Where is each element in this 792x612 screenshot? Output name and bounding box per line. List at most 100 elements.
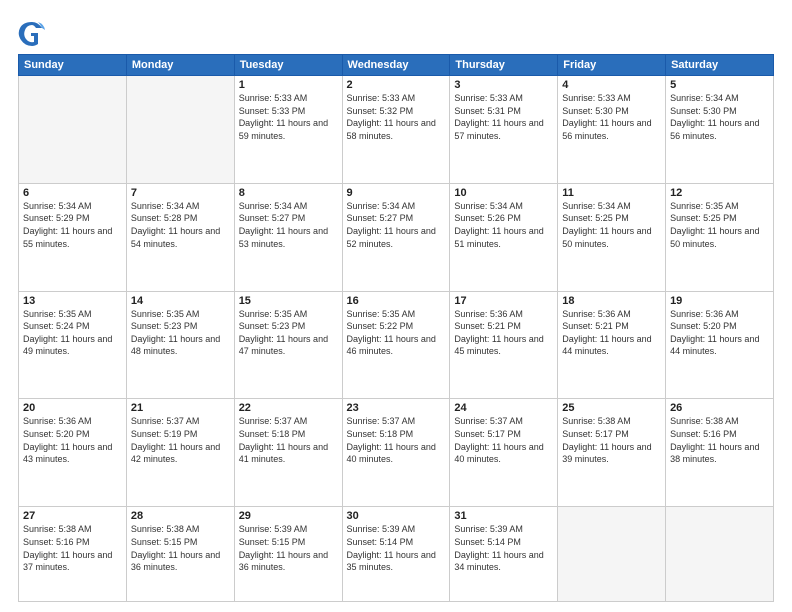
- day-info: Sunrise: 5:37 AMSunset: 5:18 PMDaylight:…: [347, 415, 446, 465]
- calendar-cell: 26Sunrise: 5:38 AMSunset: 5:16 PMDayligh…: [666, 399, 774, 507]
- calendar-header-wednesday: Wednesday: [342, 55, 450, 76]
- calendar-cell: 30Sunrise: 5:39 AMSunset: 5:14 PMDayligh…: [342, 507, 450, 602]
- day-info: Sunrise: 5:38 AMSunset: 5:16 PMDaylight:…: [23, 523, 122, 573]
- calendar-cell: 7Sunrise: 5:34 AMSunset: 5:28 PMDaylight…: [126, 183, 234, 291]
- calendar-cell: [666, 507, 774, 602]
- day-number: 13: [23, 295, 122, 307]
- calendar-cell: [126, 76, 234, 184]
- day-info: Sunrise: 5:35 AMSunset: 5:23 PMDaylight:…: [131, 308, 230, 358]
- day-number: 16: [347, 295, 446, 307]
- calendar-cell: 29Sunrise: 5:39 AMSunset: 5:15 PMDayligh…: [234, 507, 342, 602]
- calendar-header-row: SundayMondayTuesdayWednesdayThursdayFrid…: [19, 55, 774, 76]
- logo: [18, 18, 50, 46]
- calendar-cell: 10Sunrise: 5:34 AMSunset: 5:26 PMDayligh…: [450, 183, 558, 291]
- day-number: 28: [131, 510, 230, 522]
- day-number: 27: [23, 510, 122, 522]
- calendar-cell: 12Sunrise: 5:35 AMSunset: 5:25 PMDayligh…: [666, 183, 774, 291]
- day-info: Sunrise: 5:34 AMSunset: 5:27 PMDaylight:…: [347, 200, 446, 250]
- day-number: 29: [239, 510, 338, 522]
- calendar-table: SundayMondayTuesdayWednesdayThursdayFrid…: [18, 54, 774, 602]
- day-info: Sunrise: 5:34 AMSunset: 5:25 PMDaylight:…: [562, 200, 661, 250]
- day-number: 22: [239, 402, 338, 414]
- calendar-cell: 23Sunrise: 5:37 AMSunset: 5:18 PMDayligh…: [342, 399, 450, 507]
- day-number: 18: [562, 295, 661, 307]
- day-number: 14: [131, 295, 230, 307]
- calendar-cell: 28Sunrise: 5:38 AMSunset: 5:15 PMDayligh…: [126, 507, 234, 602]
- day-number: 8: [239, 187, 338, 199]
- calendar-header-tuesday: Tuesday: [234, 55, 342, 76]
- calendar-cell: 31Sunrise: 5:39 AMSunset: 5:14 PMDayligh…: [450, 507, 558, 602]
- day-number: 7: [131, 187, 230, 199]
- calendar-cell: 6Sunrise: 5:34 AMSunset: 5:29 PMDaylight…: [19, 183, 127, 291]
- day-number: 21: [131, 402, 230, 414]
- day-info: Sunrise: 5:35 AMSunset: 5:22 PMDaylight:…: [347, 308, 446, 358]
- day-number: 23: [347, 402, 446, 414]
- day-number: 19: [670, 295, 769, 307]
- day-info: Sunrise: 5:36 AMSunset: 5:20 PMDaylight:…: [670, 308, 769, 358]
- day-info: Sunrise: 5:39 AMSunset: 5:15 PMDaylight:…: [239, 523, 338, 573]
- day-info: Sunrise: 5:38 AMSunset: 5:15 PMDaylight:…: [131, 523, 230, 573]
- calendar-cell: 16Sunrise: 5:35 AMSunset: 5:22 PMDayligh…: [342, 291, 450, 399]
- calendar-cell: 3Sunrise: 5:33 AMSunset: 5:31 PMDaylight…: [450, 76, 558, 184]
- page: SundayMondayTuesdayWednesdayThursdayFrid…: [0, 0, 792, 612]
- calendar-cell: 2Sunrise: 5:33 AMSunset: 5:32 PMDaylight…: [342, 76, 450, 184]
- calendar-cell: 15Sunrise: 5:35 AMSunset: 5:23 PMDayligh…: [234, 291, 342, 399]
- day-info: Sunrise: 5:34 AMSunset: 5:28 PMDaylight:…: [131, 200, 230, 250]
- day-info: Sunrise: 5:39 AMSunset: 5:14 PMDaylight:…: [454, 523, 553, 573]
- calendar-cell: [558, 507, 666, 602]
- day-info: Sunrise: 5:39 AMSunset: 5:14 PMDaylight:…: [347, 523, 446, 573]
- day-info: Sunrise: 5:36 AMSunset: 5:21 PMDaylight:…: [562, 308, 661, 358]
- day-info: Sunrise: 5:35 AMSunset: 5:23 PMDaylight:…: [239, 308, 338, 358]
- day-info: Sunrise: 5:35 AMSunset: 5:25 PMDaylight:…: [670, 200, 769, 250]
- day-info: Sunrise: 5:34 AMSunset: 5:27 PMDaylight:…: [239, 200, 338, 250]
- day-info: Sunrise: 5:35 AMSunset: 5:24 PMDaylight:…: [23, 308, 122, 358]
- calendar-cell: 4Sunrise: 5:33 AMSunset: 5:30 PMDaylight…: [558, 76, 666, 184]
- calendar-cell: 24Sunrise: 5:37 AMSunset: 5:17 PMDayligh…: [450, 399, 558, 507]
- day-info: Sunrise: 5:33 AMSunset: 5:33 PMDaylight:…: [239, 92, 338, 142]
- day-info: Sunrise: 5:38 AMSunset: 5:17 PMDaylight:…: [562, 415, 661, 465]
- week-row-4: 20Sunrise: 5:36 AMSunset: 5:20 PMDayligh…: [19, 399, 774, 507]
- day-info: Sunrise: 5:37 AMSunset: 5:17 PMDaylight:…: [454, 415, 553, 465]
- calendar-cell: 20Sunrise: 5:36 AMSunset: 5:20 PMDayligh…: [19, 399, 127, 507]
- week-row-3: 13Sunrise: 5:35 AMSunset: 5:24 PMDayligh…: [19, 291, 774, 399]
- calendar-cell: 5Sunrise: 5:34 AMSunset: 5:30 PMDaylight…: [666, 76, 774, 184]
- calendar-cell: 22Sunrise: 5:37 AMSunset: 5:18 PMDayligh…: [234, 399, 342, 507]
- day-info: Sunrise: 5:38 AMSunset: 5:16 PMDaylight:…: [670, 415, 769, 465]
- calendar-cell: 1Sunrise: 5:33 AMSunset: 5:33 PMDaylight…: [234, 76, 342, 184]
- calendar-header-thursday: Thursday: [450, 55, 558, 76]
- day-number: 24: [454, 402, 553, 414]
- logo-icon: [18, 18, 46, 46]
- day-number: 12: [670, 187, 769, 199]
- calendar-header-friday: Friday: [558, 55, 666, 76]
- day-info: Sunrise: 5:33 AMSunset: 5:31 PMDaylight:…: [454, 92, 553, 142]
- day-number: 10: [454, 187, 553, 199]
- day-number: 20: [23, 402, 122, 414]
- day-info: Sunrise: 5:34 AMSunset: 5:29 PMDaylight:…: [23, 200, 122, 250]
- calendar-cell: [19, 76, 127, 184]
- calendar-cell: 14Sunrise: 5:35 AMSunset: 5:23 PMDayligh…: [126, 291, 234, 399]
- calendar-cell: 17Sunrise: 5:36 AMSunset: 5:21 PMDayligh…: [450, 291, 558, 399]
- day-info: Sunrise: 5:33 AMSunset: 5:32 PMDaylight:…: [347, 92, 446, 142]
- week-row-1: 1Sunrise: 5:33 AMSunset: 5:33 PMDaylight…: [19, 76, 774, 184]
- calendar-cell: 11Sunrise: 5:34 AMSunset: 5:25 PMDayligh…: [558, 183, 666, 291]
- day-info: Sunrise: 5:34 AMSunset: 5:30 PMDaylight:…: [670, 92, 769, 142]
- day-number: 6: [23, 187, 122, 199]
- day-info: Sunrise: 5:37 AMSunset: 5:18 PMDaylight:…: [239, 415, 338, 465]
- calendar-cell: 18Sunrise: 5:36 AMSunset: 5:21 PMDayligh…: [558, 291, 666, 399]
- day-info: Sunrise: 5:34 AMSunset: 5:26 PMDaylight:…: [454, 200, 553, 250]
- day-number: 31: [454, 510, 553, 522]
- calendar-cell: 8Sunrise: 5:34 AMSunset: 5:27 PMDaylight…: [234, 183, 342, 291]
- day-number: 1: [239, 79, 338, 91]
- day-number: 2: [347, 79, 446, 91]
- calendar-cell: 27Sunrise: 5:38 AMSunset: 5:16 PMDayligh…: [19, 507, 127, 602]
- calendar-header-monday: Monday: [126, 55, 234, 76]
- day-info: Sunrise: 5:33 AMSunset: 5:30 PMDaylight:…: [562, 92, 661, 142]
- week-row-5: 27Sunrise: 5:38 AMSunset: 5:16 PMDayligh…: [19, 507, 774, 602]
- day-info: Sunrise: 5:37 AMSunset: 5:19 PMDaylight:…: [131, 415, 230, 465]
- day-info: Sunrise: 5:36 AMSunset: 5:20 PMDaylight:…: [23, 415, 122, 465]
- day-number: 9: [347, 187, 446, 199]
- calendar-cell: 13Sunrise: 5:35 AMSunset: 5:24 PMDayligh…: [19, 291, 127, 399]
- day-number: 17: [454, 295, 553, 307]
- calendar-header-sunday: Sunday: [19, 55, 127, 76]
- week-row-2: 6Sunrise: 5:34 AMSunset: 5:29 PMDaylight…: [19, 183, 774, 291]
